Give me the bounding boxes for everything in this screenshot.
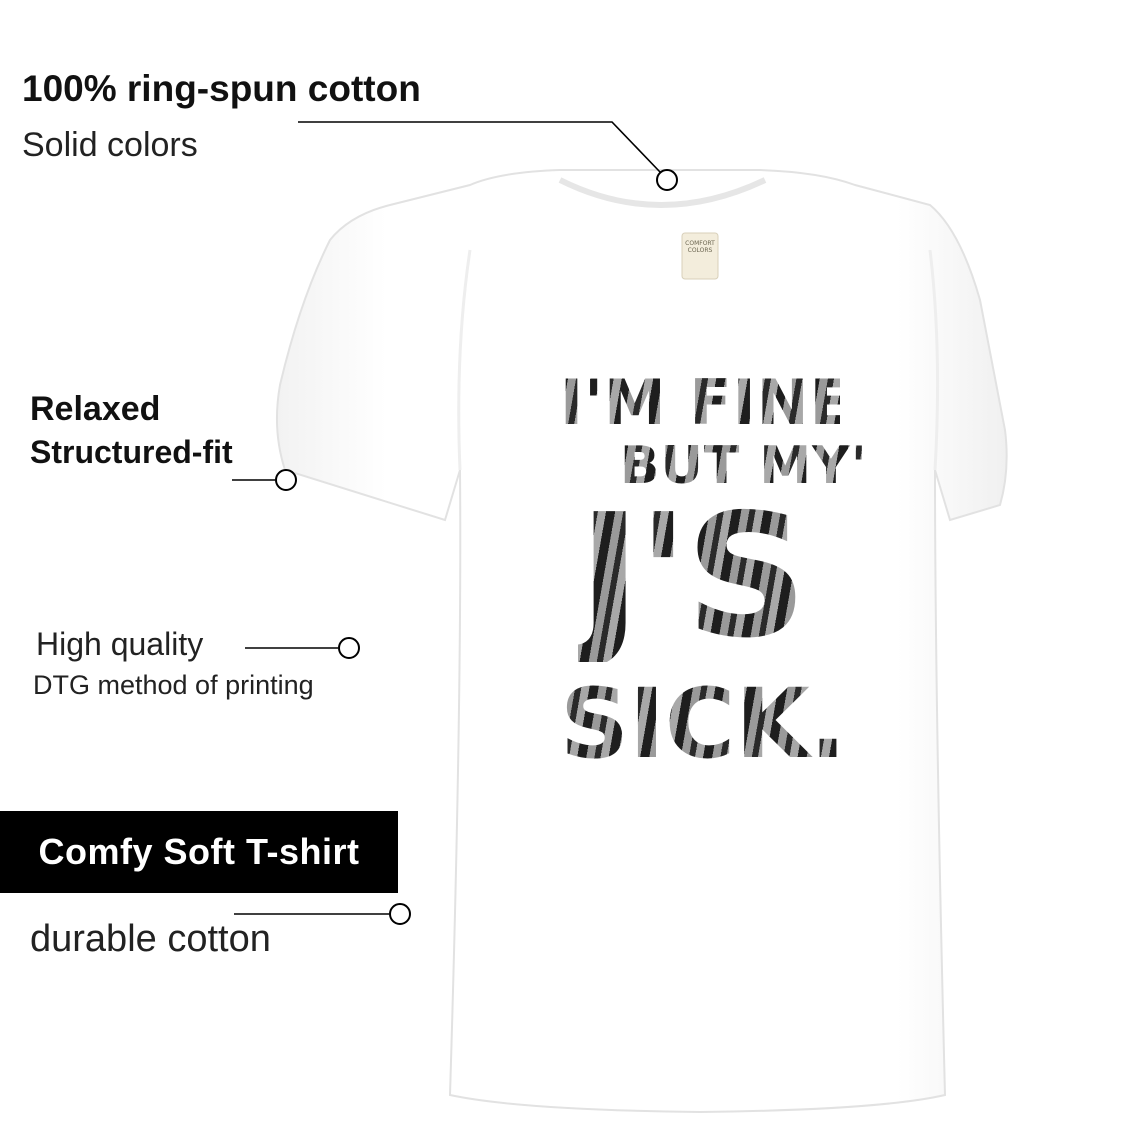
feature-fit-title: Relaxed bbox=[30, 390, 161, 428]
feature-cotton-title: 100% ring-spun cotton bbox=[22, 68, 421, 109]
feature-cotton-subtitle: Solid colors bbox=[22, 126, 198, 164]
print-line-1: I'M FINE, bbox=[560, 366, 878, 439]
tag-label: COMFORT COLORS bbox=[682, 240, 718, 254]
feature-quality-subtitle: DTG method of printing bbox=[33, 670, 314, 700]
feature-quality-title: High quality bbox=[36, 626, 204, 662]
print-line-4: SICK. bbox=[560, 668, 847, 780]
tag-line: COLORS bbox=[687, 247, 713, 254]
feature-durable: durable cotton bbox=[30, 918, 271, 960]
comfy-soft-badge: Comfy Soft T-shirt bbox=[0, 811, 398, 893]
tshirt-image bbox=[275, 169, 1008, 1114]
tag-line: COMFORT bbox=[685, 240, 715, 247]
print-line-3: J'S bbox=[578, 492, 858, 662]
feature-fit-subtitle: Structured-fit bbox=[30, 434, 233, 470]
